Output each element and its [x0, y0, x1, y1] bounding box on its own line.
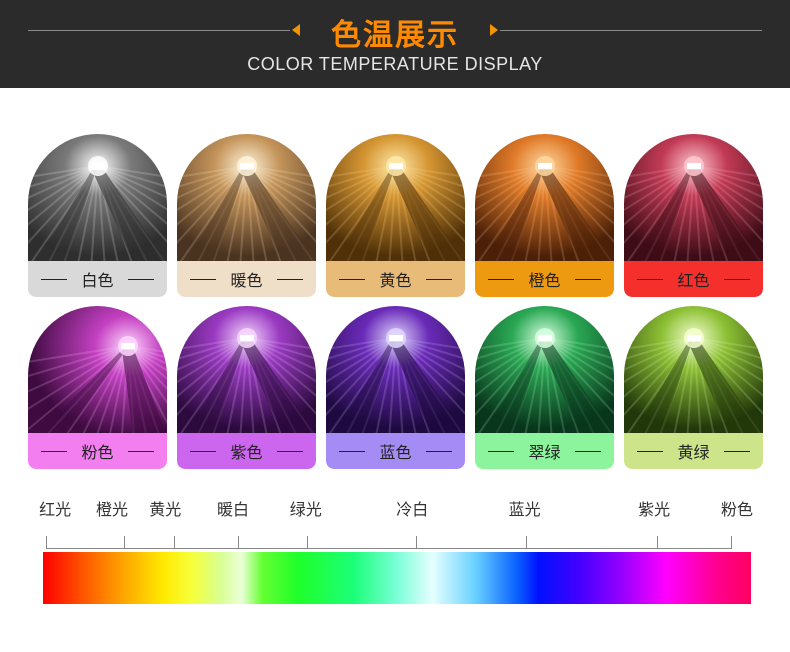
spectrum-axis: [46, 536, 732, 550]
color-card: 翠绿: [475, 306, 614, 469]
color-label: 白色: [81, 271, 114, 290]
spectrum-label: 冷白: [396, 500, 429, 519]
color-label-bar: 翠绿: [475, 433, 614, 469]
color-card: 紫色: [177, 306, 316, 469]
lamp-photo: [326, 134, 465, 261]
label-dash-right: [723, 450, 750, 452]
spectrum-tick: [174, 536, 175, 549]
label-dash-left: [190, 450, 217, 452]
color-card: 黄色: [326, 134, 465, 297]
color-label: 黄色: [379, 271, 412, 290]
lamp-photo: [475, 306, 614, 433]
spectrum-tick: [307, 536, 308, 549]
color-label-bar: 红色: [624, 261, 763, 297]
color-label: 蓝色: [379, 443, 412, 462]
label-dash-right: [276, 450, 303, 452]
spectrum-tick: [731, 536, 732, 549]
label-dash-right: [425, 278, 452, 280]
spectrum-axis-baseline: [46, 548, 732, 549]
color-label: 翠绿: [528, 443, 561, 462]
color-label: 黄绿: [677, 443, 710, 462]
color-card: 粉色: [28, 306, 167, 469]
color-label: 橙色: [528, 271, 561, 290]
label-dash-right: [127, 278, 154, 280]
color-label-bar: 橙色: [475, 261, 614, 297]
color-label: 红色: [677, 271, 710, 290]
spectrum-tick: [124, 536, 125, 549]
color-card: 红色: [624, 134, 763, 297]
spectrum-tick: [46, 536, 47, 549]
color-card: 黄绿: [624, 306, 763, 469]
label-dash-left: [488, 450, 515, 452]
color-label-bar: 黄绿: [624, 433, 763, 469]
lamp-photo: [177, 306, 316, 433]
label-dash-left: [41, 278, 68, 280]
color-card: 橙色: [475, 134, 614, 297]
label-dash-right: [425, 450, 452, 452]
spectrum-label: 红光: [39, 500, 72, 519]
color-label: 粉色: [81, 443, 114, 462]
spectrum-label: 紫光: [638, 500, 671, 519]
label-dash-right: [127, 450, 154, 452]
color-label-bar: 蓝色: [326, 433, 465, 469]
spectrum-tick: [238, 536, 239, 549]
color-label-bar: 暖色: [177, 261, 316, 297]
color-label: 紫色: [230, 443, 263, 462]
lamp-photo: [475, 134, 614, 261]
label-dash-left: [637, 450, 664, 452]
label-dash-right: [723, 278, 750, 280]
spectrum-labels: 红光 橙光 黄光 暖白 绿光 冷白 蓝光 紫光 粉色: [0, 496, 790, 522]
color-card: 白色: [28, 134, 167, 297]
spectrum-label: 暖白: [216, 500, 250, 519]
lamp-photo: [28, 134, 167, 261]
lamp-photo: [326, 306, 465, 433]
spectrum-label: 粉色: [720, 500, 754, 519]
color-card: 蓝色: [326, 306, 465, 469]
color-label: 暖色: [230, 271, 263, 290]
label-dash-left: [339, 278, 366, 280]
spectrum-tick: [526, 536, 527, 549]
color-label-bar: 粉色: [28, 433, 167, 469]
lamp-photo: [624, 134, 763, 261]
label-dash-left: [339, 450, 366, 452]
spectrum-label: 黄光: [149, 500, 182, 519]
spectrum-label: 蓝光: [508, 500, 541, 519]
spectrum-label: 绿光: [289, 500, 322, 519]
label-dash-right: [574, 278, 601, 280]
label-dash-left: [190, 278, 217, 280]
label-dash-left: [637, 278, 664, 280]
lamp-photo: [624, 306, 763, 433]
label-dash-left: [488, 278, 515, 280]
lamp-photo: [177, 134, 316, 261]
label-dash-right: [574, 450, 601, 452]
label-dash-right: [276, 278, 303, 280]
color-label-bar: 白色: [28, 261, 167, 297]
color-card: 暖色: [177, 134, 316, 297]
color-spectrum-bar: [43, 552, 751, 604]
label-dash-left: [41, 450, 68, 452]
spectrum-tick: [657, 536, 658, 549]
color-card-grid: 白色 暖色 黄色 橙色 红色 粉色 紫色 蓝色 翠绿 黄绿: [0, 0, 790, 480]
spectrum-label: 橙光: [96, 500, 129, 519]
spectrum-tick: [416, 536, 417, 549]
color-label-bar: 紫色: [177, 433, 316, 469]
color-label-bar: 黄色: [326, 261, 465, 297]
lamp-photo: [28, 306, 167, 433]
